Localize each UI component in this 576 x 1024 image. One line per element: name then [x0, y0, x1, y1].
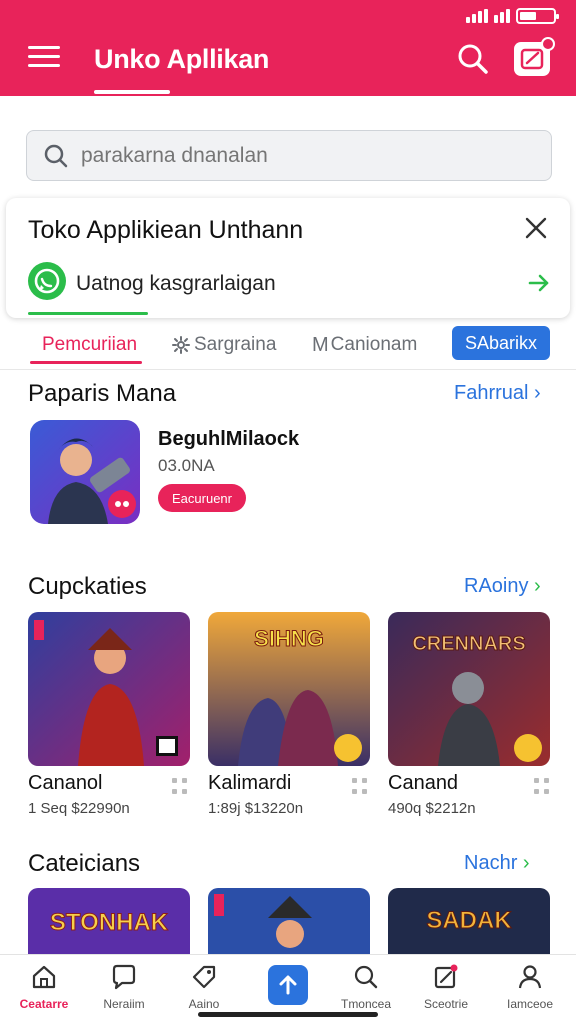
featured-app-name: BeguhlMilaock	[158, 428, 300, 450]
tab-label: Canionam	[330, 334, 418, 355]
featured-app-size: 03.0NA	[158, 456, 215, 475]
link-label: Nachr	[464, 852, 518, 874]
search-icon	[44, 144, 68, 167]
more-options-icon[interactable]	[172, 778, 190, 796]
close-icon	[525, 217, 547, 239]
search-field[interactable]	[26, 130, 552, 181]
chat-icon	[112, 964, 136, 990]
search-person-icon	[354, 965, 378, 989]
search-input[interactable]	[81, 143, 501, 168]
tile-title-text: CRENNARS	[412, 633, 525, 655]
card-underline	[28, 312, 148, 315]
notifications-button[interactable]	[514, 37, 555, 76]
tab-sabarikx[interactable]: SAbarikx	[452, 326, 550, 360]
chat-bubble-icon	[28, 262, 66, 300]
tab-canionam[interactable]: M Canionam	[312, 328, 417, 362]
menu-button[interactable]	[28, 46, 60, 70]
nav-messages[interactable]: Neraiim	[84, 963, 164, 1011]
promo-card: Toko Applikiean Unthann Uatnog kasgrarla…	[6, 198, 570, 318]
card-title: Toko Applikiean Unthann	[28, 216, 304, 244]
tile-name: Kalimardi	[208, 772, 292, 794]
arrow-right-icon	[528, 274, 549, 292]
tab-label: Pemcuriian	[42, 334, 138, 355]
gear-icon	[172, 336, 190, 354]
tile-name: Cananol	[28, 772, 103, 794]
section-title-featured: Paparis Mana	[28, 380, 177, 407]
game-tile-1[interactable]	[28, 612, 190, 766]
chevron-right-icon: ›	[534, 382, 541, 404]
game-tile-4[interactable]: STONHAK	[28, 888, 190, 954]
upload-icon	[279, 975, 297, 995]
tab-sargraina[interactable]: Sargraina	[172, 328, 276, 362]
category-tabs: Pemcuriian Sargraina M Canionam SAbarikx	[0, 318, 576, 370]
section-title-cateicians: Cateicians	[28, 850, 141, 877]
home-indicator	[198, 1012, 378, 1017]
chevron-right-icon: ›	[522, 852, 530, 874]
nav-edit[interactable]: Sceotrie	[406, 963, 486, 1011]
nav-home[interactable]: Ceatarre	[4, 963, 84, 1011]
tile-title-text: STONHAK	[50, 909, 169, 936]
tab-label: Sargraina	[194, 334, 277, 355]
active-tab-underline	[30, 361, 142, 364]
upload-button[interactable]	[268, 965, 308, 1005]
section2-see-all-link[interactable]: RAoiny ›	[464, 575, 541, 598]
tag-icon	[192, 965, 216, 989]
link-label: RAoiny	[464, 575, 529, 597]
title-underline	[94, 90, 170, 94]
nav-label: Sceotrie	[423, 997, 469, 1011]
nav-profile[interactable]: Iamceoe	[490, 963, 570, 1011]
card-arrow-button[interactable]	[528, 272, 550, 294]
nav-label: Ceatarre	[19, 997, 69, 1011]
game-tile-6[interactable]: SADAK	[388, 888, 550, 954]
m-icon: M	[312, 333, 329, 356]
more-options-icon[interactable]	[534, 778, 552, 796]
nav-label: Iamceoe	[506, 997, 554, 1011]
app-bar: Unko Apllikan	[0, 0, 576, 96]
status-bar	[466, 6, 559, 26]
search-icon	[458, 44, 488, 74]
link-label: Fahrrual	[454, 382, 529, 404]
nav-label: Neraiim	[103, 997, 145, 1011]
signal-icon	[466, 9, 488, 23]
tile-title-text: SADAK	[426, 907, 512, 934]
wifi-signal-icon	[494, 9, 510, 23]
tile-meta: 1 Seq $22990n	[28, 800, 130, 817]
close-button[interactable]	[524, 216, 548, 240]
home-icon	[32, 965, 56, 989]
tile-name: Canand	[388, 772, 459, 794]
nav-search[interactable]: Tmoncea	[326, 963, 406, 1011]
chevron-right-icon: ›	[534, 575, 541, 597]
notification-badge	[541, 37, 555, 51]
nav-upload[interactable]	[248, 965, 328, 1005]
search-button[interactable]	[456, 42, 490, 76]
page-title: Unko Apllikan	[94, 44, 270, 74]
game-tile-2[interactable]: SIHNG	[208, 612, 370, 766]
nav-tags[interactable]: Aaino	[164, 963, 244, 1011]
game-tile-3[interactable]: CRENNARS	[388, 612, 550, 766]
more-options-icon[interactable]	[352, 778, 370, 796]
tile-title-text: SIHNG	[254, 626, 324, 651]
tab-pemcuriian[interactable]: Pemcuriian	[42, 328, 137, 362]
featured-see-all-link[interactable]: Fahrrual ›	[454, 382, 541, 405]
section-title-cupckaties: Cupckaties	[28, 573, 147, 600]
card-subtitle: Uatnog kasgrarlaigan	[76, 272, 276, 295]
nav-label: Tmoncea	[340, 997, 392, 1011]
game-tile-5[interactable]	[208, 888, 370, 954]
battery-icon	[516, 8, 559, 24]
nav-label: Aaino	[188, 997, 220, 1011]
tile-meta: 1:89j $13220n	[208, 800, 304, 817]
featured-app-icon[interactable]	[30, 420, 140, 524]
edit-icon	[434, 964, 458, 989]
profile-icon	[518, 965, 542, 989]
tile-meta: 490q $2212n	[388, 800, 476, 817]
featured-install-button[interactable]: Eacuruenr	[158, 484, 246, 512]
section3-see-all-link[interactable]: Nachr ›	[464, 852, 530, 875]
